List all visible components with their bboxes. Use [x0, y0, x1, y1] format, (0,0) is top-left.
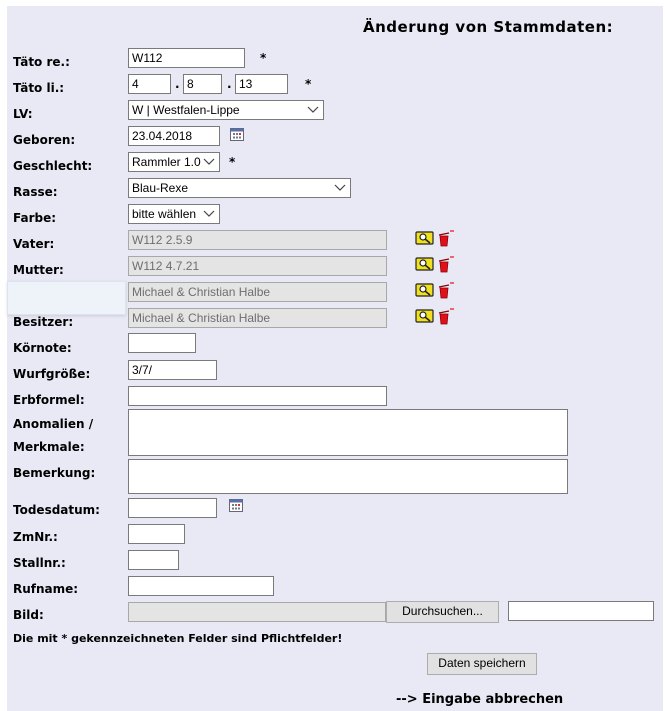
- label-wurfgroesse: Wurfgröße:: [13, 367, 91, 381]
- label-taeto-li: Täto li.:: [13, 81, 65, 95]
- tooltip-overlay: [7, 281, 126, 315]
- label-zmnr: ZmNr.:: [13, 530, 58, 544]
- zmnr-input[interactable]: [128, 524, 185, 544]
- cancel-link[interactable]: --> Eingabe abbrechen: [396, 692, 563, 707]
- label-merkmale: Merkmale:: [13, 440, 85, 454]
- label-geschlecht: Geschlecht:: [13, 159, 93, 173]
- wurfgroesse-input[interactable]: 3/7/: [128, 360, 217, 380]
- geschlecht-select-value: Rammler 1.0: [132, 155, 201, 169]
- mutter-input[interactable]: W112 4.7.21: [128, 256, 387, 276]
- label-besitzer: Besitzer:: [13, 315, 74, 329]
- besitzer-input[interactable]: Michael & Christian Halbe: [128, 308, 387, 328]
- delete-icon[interactable]: [438, 256, 454, 273]
- taeto-li-separator: .: [227, 77, 232, 91]
- chevron-down-icon: [334, 184, 346, 191]
- delete-icon[interactable]: [438, 230, 454, 247]
- geboren-input[interactable]: 23.04.2018: [128, 126, 220, 146]
- rufname-input[interactable]: [128, 576, 274, 596]
- delete-icon[interactable]: [438, 308, 454, 325]
- label-koernote: Körnote:: [13, 341, 72, 355]
- stallnr-input[interactable]: [128, 550, 179, 570]
- todesdatum-input[interactable]: [128, 498, 217, 518]
- label-todesdatum: Todesdatum:: [13, 503, 100, 517]
- save-button[interactable]: Daten speichern: [427, 653, 537, 675]
- search-icon[interactable]: [415, 309, 434, 323]
- page-title: Änderung von Stammdaten:: [363, 18, 614, 36]
- chevron-down-icon: [203, 210, 215, 217]
- bemerkung-textarea[interactable]: [128, 459, 568, 494]
- label-erbformel: Erbformel:: [13, 393, 85, 407]
- bild-name-input[interactable]: [508, 601, 654, 621]
- label-lv: LV:: [13, 107, 33, 121]
- geschlecht-select[interactable]: Rammler 1.0: [128, 152, 220, 172]
- label-bemerkung: Bemerkung:: [13, 466, 96, 480]
- label-rasse: Rasse:: [13, 185, 58, 199]
- rasse-select[interactable]: Blau-Rexe: [128, 178, 351, 198]
- taeto-li-input-1[interactable]: 4: [128, 74, 171, 94]
- taeto-re-input[interactable]: W112: [128, 48, 245, 68]
- vater-input[interactable]: W112 2.5.9: [128, 230, 387, 250]
- bild-file-path: [128, 602, 386, 622]
- label-rufname: Rufname:: [13, 582, 79, 596]
- form-page: Änderung von Stammdaten: Täto re.: W112 …: [7, 6, 663, 711]
- besitzer-actions: [415, 308, 457, 330]
- label-mutter: Mutter:: [13, 263, 64, 277]
- label-farbe: Farbe:: [13, 211, 57, 225]
- anomalien-textarea[interactable]: [128, 409, 568, 456]
- required-fields-note: Die mit * gekennzeichneten Felder sind P…: [13, 632, 343, 645]
- search-icon[interactable]: [415, 283, 434, 297]
- calendar-icon[interactable]: [230, 128, 244, 141]
- lv-select[interactable]: W | Westfalen-Lippe: [128, 100, 324, 120]
- required-marker: *: [260, 51, 267, 65]
- required-marker: *: [229, 155, 236, 169]
- farbe-select-value: bitte wählen: [132, 207, 197, 221]
- label-bild: Bild:: [13, 608, 44, 622]
- browse-button[interactable]: Durchsuchen...: [386, 601, 499, 623]
- zuechter-input[interactable]: Michael & Christian Halbe: [128, 282, 387, 302]
- search-icon[interactable]: [415, 257, 434, 271]
- zuechter-actions: [415, 282, 457, 304]
- rasse-select-value: Blau-Rexe: [132, 181, 189, 195]
- label-geboren: Geboren:: [13, 133, 76, 147]
- chevron-down-icon: [203, 158, 215, 165]
- label-anomalien: Anomalien /: [13, 417, 94, 431]
- erbformel-input[interactable]: [128, 386, 387, 406]
- taeto-li-separator: .: [175, 77, 180, 91]
- vater-actions: [415, 230, 457, 252]
- label-stallnr: Stallnr.:: [13, 556, 66, 570]
- label-taeto-re: Täto re.:: [13, 55, 70, 69]
- farbe-select[interactable]: bitte wählen: [128, 204, 220, 224]
- chevron-down-icon: [307, 106, 319, 113]
- taeto-li-input-3[interactable]: 13: [235, 74, 288, 94]
- label-vater: Vater:: [13, 237, 55, 251]
- delete-icon[interactable]: [438, 282, 454, 299]
- required-marker: *: [305, 77, 312, 91]
- lv-select-value: W | Westfalen-Lippe: [132, 103, 240, 117]
- mutter-actions: [415, 256, 457, 278]
- calendar-icon[interactable]: [229, 499, 243, 512]
- search-icon[interactable]: [415, 231, 434, 245]
- taeto-li-input-2[interactable]: 8: [183, 74, 222, 94]
- koernote-input[interactable]: [128, 333, 196, 353]
